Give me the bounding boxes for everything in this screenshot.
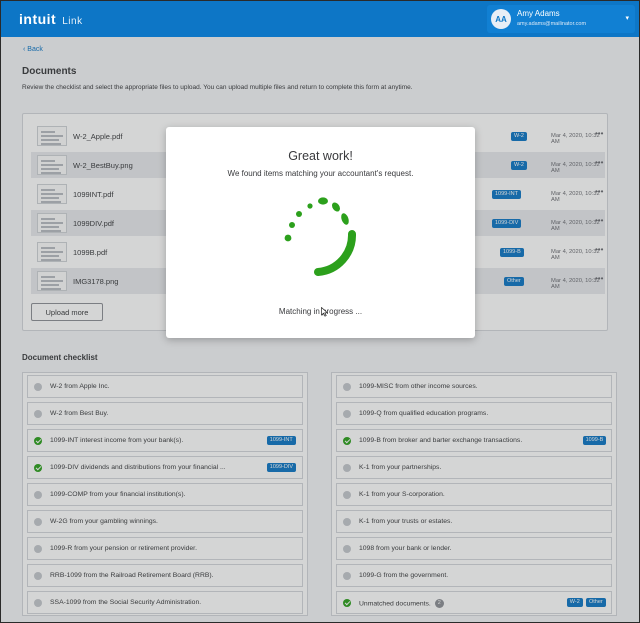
loading-spinner-icon <box>284 197 356 276</box>
intuit-link-logo: intuit Link <box>19 11 83 27</box>
user-name: Amy Adams <box>517 9 560 18</box>
user-menu[interactable]: AA Amy Adams amy.adams@mailinator.com ▾ <box>487 5 635 33</box>
avatar: AA <box>491 9 511 29</box>
top-bar: intuit Link AA Amy Adams amy.adams@mailin… <box>1 1 639 37</box>
app-frame: intuit Link AA Amy Adams amy.adams@mailin… <box>1 1 639 622</box>
chevron-down-icon[interactable]: ▾ <box>625 14 629 22</box>
modal-subtitle: We found items matching your accountant'… <box>227 169 414 178</box>
user-email: amy.adams@mailinator.com <box>517 21 587 27</box>
modal-title: Great work! <box>288 149 353 163</box>
mouse-cursor-icon <box>321 307 328 317</box>
